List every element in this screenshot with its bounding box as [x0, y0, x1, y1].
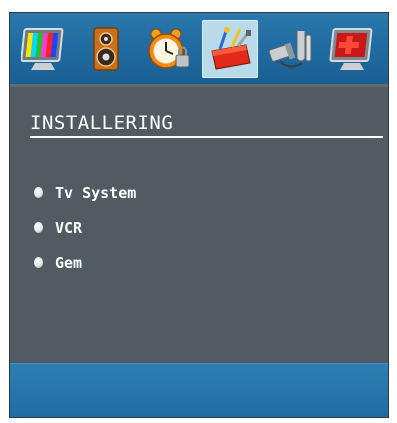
title-divider [30, 136, 383, 138]
osd-menu: INSTALLERING Tv System VCR Gem [9, 12, 389, 418]
cable-icon [269, 30, 312, 67]
installation-tab[interactable] [201, 19, 258, 78]
sound-tab[interactable] [78, 20, 134, 78]
timer-lock-tab[interactable] [140, 20, 196, 78]
features-tab[interactable] [325, 20, 381, 78]
close-tv-icon [329, 27, 373, 70]
picture-icon [20, 27, 64, 70]
installation-panel: INSTALLERING Tv System VCR Gem [10, 84, 388, 369]
picture-tab[interactable] [17, 20, 73, 78]
menu-item-label: Gem [55, 253, 83, 272]
sources-tab[interactable] [263, 20, 319, 78]
sound-icon [93, 26, 120, 71]
menu-icon-bar [10, 13, 388, 84]
menu-item-gem[interactable]: Gem [34, 245, 136, 280]
menu-item-label: VCR [55, 218, 83, 237]
menu-item-tv-system[interactable]: Tv System [34, 175, 136, 210]
help-bar [10, 363, 388, 417]
clock-lock-icon [148, 28, 190, 69]
bullet-icon [34, 257, 43, 268]
menu-item-label: Tv System [55, 183, 137, 202]
installation-menu: Tv System VCR Gem [34, 175, 136, 280]
bullet-icon [34, 187, 43, 198]
page-title: INSTALLERING [30, 112, 174, 134]
bullet-icon [34, 222, 43, 233]
toolbox-icon [211, 26, 251, 70]
menu-item-vcr[interactable]: VCR [34, 210, 136, 245]
